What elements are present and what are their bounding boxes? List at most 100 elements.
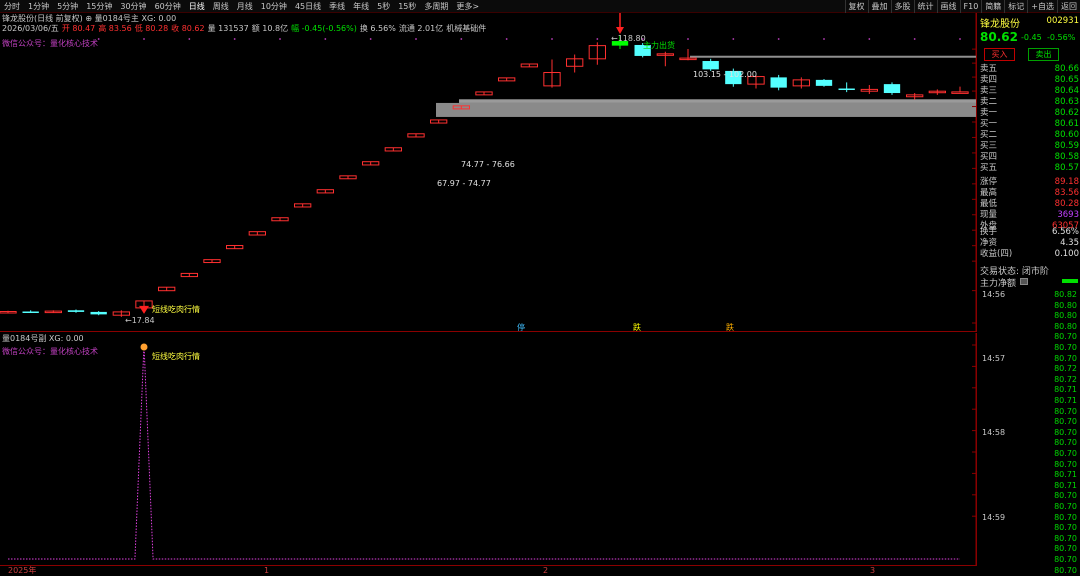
marker-dot <box>188 38 191 40</box>
tick-time: 14:58 <box>982 427 1006 437</box>
tool-button[interactable]: 多股 <box>890 0 914 13</box>
info-icon[interactable] <box>1020 278 1028 285</box>
period-tab[interactable]: 季线 <box>325 0 349 13</box>
tool-button[interactable]: F10 <box>959 0 982 13</box>
order-book-row: 卖四 80.65 <box>980 75 1079 86</box>
period-tab[interactable]: 月线 <box>233 0 257 13</box>
toolbar: 分时 1分钟 5分钟 15分钟 30分钟 60分钟 日线 周线 月线 10分钟 45日线 季线 年线 5秒… <box>0 0 1080 13</box>
info-industry: 机械基础件 <box>446 24 487 33</box>
zone2-label: 67.97 - 74.77 <box>437 179 491 188</box>
tool-button[interactable]: 画线 <box>936 0 960 13</box>
tick-row: 80.71 <box>978 470 1078 480</box>
tick-row: 80.70 <box>978 343 1078 353</box>
stat-value: 0.100 <box>1054 249 1079 259</box>
period-tab[interactable]: 15秒 <box>394 0 420 13</box>
period-tab[interactable]: 多周期 <box>420 0 452 13</box>
sub-indicator-chart[interactable]: 量0184号副 XG: 0.00 微信公众号：量化核心技术 短线吃肉行情 1.0… <box>0 333 1008 565</box>
tool-button[interactable]: 叠加 <box>867 0 891 13</box>
tick-price: 80.70 <box>1054 406 1077 416</box>
main-candlestick-chart[interactable]: 锋龙股份(日线 前复权) ⊕ 量0184号主 XG: 0.00 2026/03/… <box>0 13 1009 332</box>
order-book-label: 买四 <box>980 152 998 162</box>
stat-label: 现量 <box>980 210 998 220</box>
period-tab[interactable]: 分时 <box>0 0 24 13</box>
tick-row: 80.70 <box>978 460 1078 470</box>
sell-button[interactable]: 卖出 <box>1028 48 1059 61</box>
period-tab[interactable]: 15分钟 <box>82 0 116 13</box>
tick-row: 80.70 <box>978 502 1078 512</box>
mark-fall-1: 跌 <box>633 323 641 332</box>
stat-label: 收益(四) <box>980 249 1013 259</box>
period-tab[interactable]: 60分钟 <box>151 0 185 13</box>
marker-dot <box>596 38 599 40</box>
indicator-svg[interactable] <box>0 333 977 565</box>
order-book-row: 卖一 80.62 <box>980 108 1079 119</box>
tick-price: 80.80 <box>1054 300 1077 310</box>
tick-price: 80.70 <box>1054 491 1077 501</box>
period-tab[interactable]: 年线 <box>349 0 373 13</box>
order-book-label: 卖四 <box>980 75 998 85</box>
order-book-label: 买二 <box>980 130 998 140</box>
buy-button[interactable]: 买入 <box>984 48 1015 61</box>
tool-button[interactable]: +自选 <box>1027 0 1057 13</box>
resistance-band <box>690 55 976 58</box>
stat-value: 89.18 <box>1054 177 1079 187</box>
period-tab[interactable]: 10分钟 <box>257 0 291 13</box>
tick-row: 80.71 <box>978 396 1078 406</box>
tick-row: 80.70 <box>978 438 1078 448</box>
order-book-price: 80.57 <box>1054 163 1079 173</box>
tick-price: 80.71 <box>1054 480 1077 490</box>
stat-label: 最高 <box>980 188 998 198</box>
period-tab[interactable]: 45日线 <box>291 0 325 13</box>
indicator-line <box>8 344 960 560</box>
period-tab[interactable]: 5秒 <box>373 0 394 13</box>
tick-price: 80.71 <box>1054 385 1077 395</box>
tick-price: 80.72 <box>1054 364 1077 374</box>
tick-row: 80.72 <box>978 364 1078 374</box>
tick-price: 80.80 <box>1054 311 1077 321</box>
tool-button[interactable]: 返回 <box>1057 0 1080 13</box>
mark-stop: 停 <box>517 323 525 332</box>
info-turnover: 换 6.56% <box>359 24 396 33</box>
tool-button[interactable]: 统计 <box>913 0 937 13</box>
info-open: 开 80.47 <box>61 24 96 33</box>
tick-price: 80.72 <box>1054 374 1077 384</box>
period-tab[interactable]: 30分钟 <box>116 0 150 13</box>
period-tab[interactable]: 日线 <box>185 0 209 13</box>
period-tab[interactable]: 1分钟 <box>24 0 53 13</box>
marker-dot <box>369 38 372 40</box>
tick-price: 80.70 <box>1054 438 1077 448</box>
order-book-row: 买四 80.58 <box>980 152 1079 163</box>
tool-button[interactable]: 标记 <box>1004 0 1027 13</box>
tool-button[interactable]: 复权 <box>844 0 868 13</box>
order-book-row: 买三 80.59 <box>980 141 1079 152</box>
order-book-price: 80.66 <box>1054 64 1079 74</box>
marker-dot <box>777 38 780 40</box>
info-high: 高 83.56 <box>98 24 132 33</box>
tick-price: 80.70 <box>1054 523 1077 533</box>
order-book-row: 卖二 80.63 <box>980 97 1079 108</box>
tick-time: 14:56 <box>982 290 1006 299</box>
marker-dot <box>959 38 961 40</box>
candle-body <box>951 91 969 94</box>
stat-value: 3693 <box>1057 210 1079 220</box>
order-book-price: 80.64 <box>1054 86 1079 96</box>
candlestick-svg[interactable] <box>0 13 977 332</box>
stock-name: 锋龙股份 <box>980 19 1020 30</box>
period-tab[interactable]: 更多> <box>452 0 483 13</box>
order-book-label: 卖三 <box>980 86 998 96</box>
marker-dot <box>460 38 463 40</box>
tick-price: 80.80 <box>1054 321 1077 331</box>
order-book-label: 卖一 <box>980 108 998 118</box>
order-book-row: 卖三 80.64 <box>980 86 1079 97</box>
tick-price: 80.70 <box>1054 555 1077 564</box>
order-book-row: 买五 80.57 <box>980 163 1079 174</box>
period-tabs: 分时 1分钟 5分钟 15分钟 30分钟 60分钟 日线 周线 月线 10分钟 45日线 季线 年线 5秒… <box>0 0 483 13</box>
low-annotation: ←17.84 <box>125 316 155 325</box>
tool-button[interactable]: 简籍 <box>981 0 1004 13</box>
marker-dot <box>233 38 236 40</box>
period-tab[interactable]: 5分钟 <box>53 0 82 13</box>
info-change: 幅 -0.45(-0.56%) <box>291 24 357 33</box>
period-tab[interactable]: 周线 <box>209 0 233 13</box>
candle-body <box>22 311 39 314</box>
main-watermark: 微信公众号：量化核心技术 <box>2 39 98 48</box>
